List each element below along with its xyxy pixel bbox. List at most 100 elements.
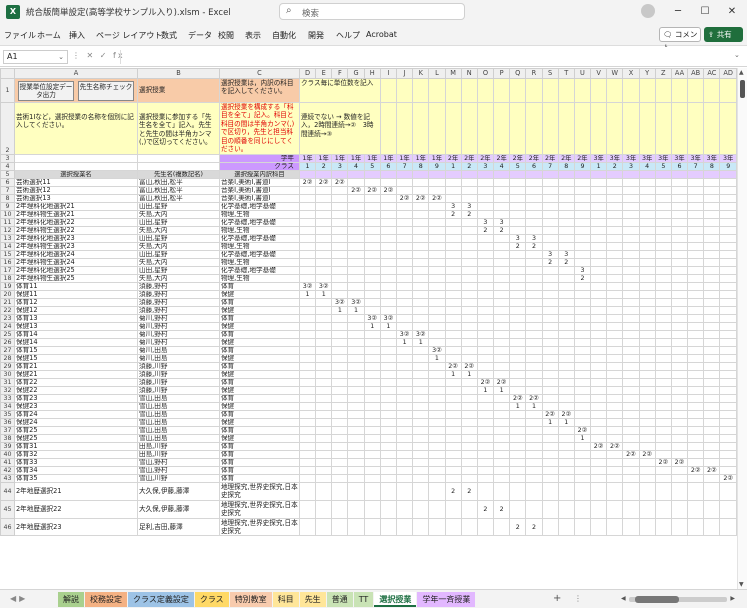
cell[interactable]: [493, 242, 511, 251]
cell[interactable]: [557, 282, 575, 291]
cell[interactable]: [557, 178, 575, 187]
cell[interactable]: [573, 386, 592, 395]
cell[interactable]: [444, 499, 462, 519]
cell[interactable]: [379, 442, 397, 451]
cell[interactable]: [444, 474, 462, 483]
column-header-o[interactable]: O: [476, 68, 495, 79]
class-cell[interactable]: 5: [654, 162, 672, 171]
cell[interactable]: [670, 258, 689, 267]
cell[interactable]: [654, 178, 672, 187]
cell[interactable]: [525, 442, 543, 451]
cell[interactable]: [557, 290, 575, 299]
unit-cell[interactable]: 2②: [412, 194, 430, 203]
cell[interactable]: [654, 242, 672, 251]
cell[interactable]: [703, 322, 721, 331]
cell[interactable]: [347, 210, 365, 219]
row-header[interactable]: 36: [0, 418, 15, 427]
grade-cell[interactable]: 1年: [347, 154, 365, 163]
cell[interactable]: [379, 466, 397, 475]
cell[interactable]: [395, 218, 414, 227]
unit-cell[interactable]: 2②: [395, 194, 414, 203]
unit-cell[interactable]: 3②: [315, 282, 333, 291]
cell[interactable]: [428, 242, 446, 251]
cell[interactable]: [590, 210, 608, 219]
cell[interactable]: [590, 458, 608, 467]
column-header-aa[interactable]: AA: [670, 68, 689, 79]
cell[interactable]: [395, 226, 414, 235]
grade-cell[interactable]: 2年: [444, 154, 462, 163]
cell[interactable]: [525, 218, 543, 227]
elective-name-cell[interactable]: 保健11: [13, 290, 138, 299]
subject-cell[interactable]: 化学基礎,地学基礎: [218, 234, 300, 243]
cell[interactable]: [654, 450, 672, 459]
subject-cell[interactable]: 体育: [218, 378, 300, 387]
cell[interactable]: [525, 170, 543, 179]
cell[interactable]: [541, 394, 559, 403]
cell[interactable]: [379, 426, 397, 435]
sheet-tab[interactable]: 校務設定: [85, 592, 127, 607]
unit-cell[interactable]: 3: [557, 250, 575, 259]
cell[interactable]: [606, 346, 624, 355]
cell[interactable]: [460, 218, 478, 227]
cell[interactable]: [509, 466, 527, 475]
cell[interactable]: [638, 202, 656, 211]
cell[interactable]: [719, 218, 737, 227]
cell[interactable]: [331, 346, 349, 355]
cell[interactable]: [654, 378, 672, 387]
cell[interactable]: [590, 338, 608, 347]
cell[interactable]: [298, 170, 317, 179]
elective-name-cell[interactable]: 2年理科化地選択25: [13, 266, 138, 275]
cell[interactable]: [557, 218, 575, 227]
cell[interactable]: [298, 426, 317, 435]
cell[interactable]: [493, 234, 511, 243]
cell[interactable]: [541, 482, 559, 501]
cell[interactable]: [331, 426, 349, 435]
unit-cell[interactable]: 2②: [347, 186, 365, 195]
cell[interactable]: [541, 434, 559, 443]
sheet-tab[interactable]: 学年一斉授業: [417, 592, 476, 607]
cell[interactable]: [379, 346, 397, 355]
cell[interactable]: [654, 194, 672, 203]
cell[interactable]: [315, 218, 333, 227]
cell[interactable]: [719, 226, 737, 235]
row-header[interactable]: 2: [0, 102, 15, 155]
cell[interactable]: [347, 474, 365, 483]
cell[interactable]: [509, 378, 527, 387]
teacher-cell[interactable]: 菊川,野村: [136, 314, 220, 323]
elective-name-cell[interactable]: 芸術選択13: [13, 194, 138, 203]
cell[interactable]: [573, 394, 592, 403]
cell[interactable]: [525, 386, 543, 395]
cell[interactable]: [638, 378, 656, 387]
column-header-z[interactable]: Z: [654, 68, 672, 79]
cell[interactable]: [541, 306, 559, 315]
cell[interactable]: [541, 322, 559, 331]
cell[interactable]: [638, 434, 656, 443]
teacher-cell[interactable]: 山田,星野: [136, 250, 220, 259]
cell[interactable]: [509, 186, 527, 195]
cell[interactable]: [395, 210, 414, 219]
cell[interactable]: [670, 314, 689, 323]
cell[interactable]: [590, 266, 608, 275]
cell[interactable]: [428, 370, 446, 379]
cell[interactable]: [573, 290, 592, 299]
cell[interactable]: [298, 370, 317, 379]
teacher-cell[interactable]: 雪山,田島: [136, 394, 220, 403]
cell[interactable]: [703, 102, 721, 155]
cell[interactable]: [412, 450, 430, 459]
cell[interactable]: [444, 242, 462, 251]
cell[interactable]: [298, 306, 317, 315]
subject-cell[interactable]: 物理,生物: [218, 242, 300, 251]
cell[interactable]: [670, 338, 689, 347]
cell[interactable]: [412, 458, 430, 467]
cell[interactable]: [493, 482, 511, 501]
cell[interactable]: [670, 194, 689, 203]
cell[interactable]: [557, 370, 575, 379]
cell[interactable]: [412, 362, 430, 371]
cell[interactable]: [573, 338, 592, 347]
teacher-cell[interactable]: 矢島,大内: [136, 258, 220, 267]
cell[interactable]: [654, 402, 672, 411]
cell[interactable]: [719, 482, 737, 501]
cell[interactable]: [315, 474, 333, 483]
teacher-cell[interactable]: 雪山,田島: [136, 418, 220, 427]
cell[interactable]: [703, 474, 721, 483]
